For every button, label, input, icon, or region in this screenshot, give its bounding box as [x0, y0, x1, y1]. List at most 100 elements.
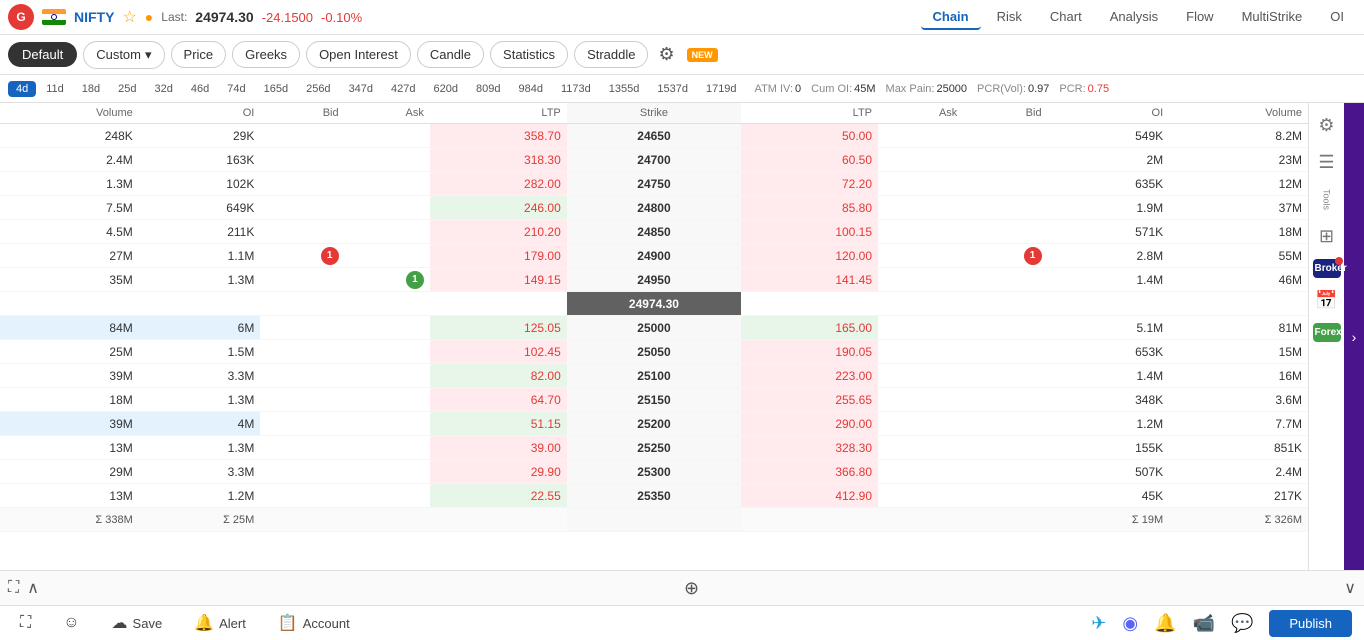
strike[interactable]: 25000 — [567, 316, 741, 340]
expand-panel[interactable]: › — [1344, 103, 1364, 570]
table-grid-icon[interactable]: ⊞ — [1315, 222, 1338, 251]
table-row[interactable]: 7.5M 649K 246.00 24800 85.80 1.9M 37M — [0, 196, 1308, 220]
call-ltp: 51.15 — [430, 412, 567, 436]
expand-up-icon[interactable]: ∧ — [27, 578, 39, 598]
telegram-icon[interactable]: ✈ — [1091, 613, 1106, 634]
publish-button[interactable]: Publish — [1269, 610, 1352, 637]
fullscreen-button[interactable]: ⛶ — [12, 610, 39, 636]
table-row[interactable]: 39M 3.3M 82.00 25100 223.00 1.4M 16M — [0, 364, 1308, 388]
strike[interactable]: 25050 — [567, 340, 741, 364]
date-46d[interactable]: 46d — [183, 81, 217, 97]
greeks-button[interactable]: Greeks — [232, 41, 300, 68]
table-row[interactable]: 2.4M 163K 318.30 24700 60.50 2M 23M — [0, 148, 1308, 172]
call-ltp: 149.15 — [430, 268, 567, 292]
strike[interactable]: 24950 — [567, 268, 741, 292]
call-ltp: 179.00 — [430, 244, 567, 268]
straddle-button[interactable]: Straddle — [574, 41, 648, 68]
coin-icon: ● — [145, 9, 153, 25]
tab-chart[interactable]: Chart — [1038, 5, 1094, 30]
tab-oi[interactable]: OI — [1318, 5, 1356, 30]
tab-multistrike[interactable]: MultiStrike — [1230, 5, 1315, 30]
open-interest-button[interactable]: Open Interest — [306, 41, 411, 68]
table-row[interactable]: 25M 1.5M 102.45 25050 190.05 653K 15M — [0, 340, 1308, 364]
default-button[interactable]: Default — [8, 42, 77, 67]
custom-button[interactable]: Custom ▾ — [83, 41, 164, 69]
face-button[interactable]: ☺ — [55, 610, 87, 636]
list-icon[interactable]: ☰ — [1314, 148, 1338, 177]
put-volume: 3.6M — [1169, 388, 1308, 412]
table-row[interactable]: 4.5M 211K 210.20 24850 100.15 571K 18M — [0, 220, 1308, 244]
strike[interactable]: 24850 — [567, 220, 741, 244]
table-row[interactable]: 27M 1.1M 1 179.00 24900 120.00 1 2.8M 55… — [0, 244, 1308, 268]
forex-button[interactable]: Forex — [1313, 323, 1341, 342]
date-256d[interactable]: 256d — [298, 81, 338, 97]
date-18d[interactable]: 18d — [74, 81, 108, 97]
table-row[interactable]: 1.3M 102K 282.00 24750 72.20 635K 12M — [0, 172, 1308, 196]
broker-button[interactable]: Broker — [1313, 259, 1341, 278]
strike[interactable]: 24750 — [567, 172, 741, 196]
discord-icon[interactable]: ◉ — [1122, 613, 1138, 634]
date-4d[interactable]: 4d — [8, 81, 36, 97]
date-74d[interactable]: 74d — [219, 81, 253, 97]
account-button[interactable]: 📋 Account — [270, 609, 358, 637]
tab-analysis[interactable]: Analysis — [1098, 5, 1170, 30]
tab-risk[interactable]: Risk — [985, 5, 1034, 30]
strike[interactable]: 24700 — [567, 148, 741, 172]
date-1537d[interactable]: 1537d — [649, 81, 696, 97]
strike[interactable]: 25100 — [567, 364, 741, 388]
statistics-button[interactable]: Statistics — [490, 41, 568, 68]
table-row[interactable]: 84M 6M 125.05 25000 165.00 5.1M 81M — [0, 316, 1308, 340]
bell-bottom-icon[interactable]: 🔔 — [1154, 613, 1176, 634]
strike[interactable]: 25150 — [567, 388, 741, 412]
strike[interactable]: 24800 — [567, 196, 741, 220]
fullscreen-icon[interactable]: ⛶ — [8, 579, 19, 597]
table-row[interactable]: 13M 1.3M 39.00 25250 328.30 155K 851K — [0, 436, 1308, 460]
table-row[interactable]: 18M 1.3M 64.70 25150 255.65 348K 3.6M — [0, 388, 1308, 412]
call-oi: 163K — [139, 148, 261, 172]
date-347d[interactable]: 347d — [341, 81, 381, 97]
alert-button[interactable]: 🔔 Alert — [186, 609, 254, 637]
strike[interactable]: 24650 — [567, 124, 741, 148]
table-row[interactable]: 29M 3.3M 29.90 25300 366.80 507K 2.4M — [0, 460, 1308, 484]
crosshair-icon[interactable]: ⊕ — [684, 578, 699, 599]
table-row[interactable]: 39M 4M 51.15 25200 290.00 1.2M 7.7M — [0, 412, 1308, 436]
date-32d[interactable]: 32d — [147, 81, 181, 97]
calendar-icon[interactable]: 📅 — [1311, 286, 1341, 315]
settings-gear-icon[interactable]: ⚙ — [654, 40, 678, 69]
candle-button[interactable]: Candle — [417, 41, 484, 68]
video-icon[interactable]: 📹 — [1193, 613, 1215, 634]
call-bid — [260, 388, 344, 412]
save-button[interactable]: ☁ Save — [104, 609, 171, 637]
table-row[interactable]: 35M 1.3M 1 149.15 24950 141.45 1.4M 46M — [0, 268, 1308, 292]
tab-chain[interactable]: Chain — [921, 5, 981, 30]
put-bid — [963, 364, 1047, 388]
strike[interactable]: 25250 — [567, 436, 741, 460]
date-1719d[interactable]: 1719d — [698, 81, 745, 97]
date-427d[interactable]: 427d — [383, 81, 423, 97]
price-button[interactable]: Price — [171, 41, 227, 68]
expand-down-icon[interactable]: ∨ — [1344, 578, 1356, 598]
table-row[interactable]: 24974.30 — [0, 292, 1308, 316]
chat-icon[interactable]: 💬 — [1231, 613, 1253, 634]
strike[interactable]: 25350 — [567, 484, 741, 508]
date-984d[interactable]: 984d — [511, 81, 551, 97]
strike[interactable]: 25200 — [567, 412, 741, 436]
date-809d[interactable]: 809d — [468, 81, 508, 97]
call-oi: 1.3M — [139, 388, 261, 412]
date-1173d[interactable]: 1173d — [553, 81, 599, 97]
table-row[interactable]: 13M 1.2M 22.55 25350 412.90 45K 217K — [0, 484, 1308, 508]
table-row[interactable]: 248K 29K 358.70 24650 50.00 549K 8.2M — [0, 124, 1308, 148]
date-1355d[interactable]: 1355d — [601, 81, 648, 97]
date-11d[interactable]: 11d — [38, 81, 72, 97]
strike[interactable]: 25300 — [567, 460, 741, 484]
call-oi: 211K — [139, 220, 261, 244]
watchlist-icon[interactable]: ☆ — [122, 7, 136, 27]
tab-flow[interactable]: Flow — [1174, 5, 1225, 30]
settings-sidebar-icon[interactable]: ⚙ — [1314, 111, 1338, 140]
put-volume: 46M — [1169, 268, 1308, 292]
strike[interactable]: 24900 — [567, 244, 741, 268]
date-620d[interactable]: 620d — [426, 81, 466, 97]
put-ask — [878, 388, 963, 412]
date-25d[interactable]: 25d — [110, 81, 144, 97]
date-165d[interactable]: 165d — [256, 81, 296, 97]
